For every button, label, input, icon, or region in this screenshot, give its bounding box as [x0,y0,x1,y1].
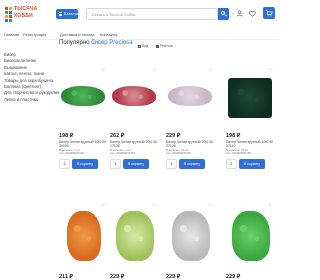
catalog-button[interactable]: Каталог [56,9,79,19]
add-to-cart-label: В корзину [128,162,144,166]
sort-label: Рейтинг [160,44,173,48]
product-image[interactable]: ♡ [166,203,214,261]
sort-toggle[interactable]: Рейтинг [156,44,173,48]
search-input[interactable]: Искать в Тысяча Хобби [86,8,218,20]
favorite-heart-icon[interactable]: ♡ [268,69,273,74]
quantity-input[interactable]: 1 [110,159,121,169]
add-to-cart-button[interactable]: В корзину [239,159,265,169]
product-name[interactable]: Бисер Чехия круглый 10/0 50 39000 [59,140,107,148]
nav-item-contacts[interactable]: Контакты [100,32,117,37]
product-price: 229 ₽ [166,133,181,139]
logo[interactable]: ТЫСЯЧА ХОББИ [5,4,43,26]
beads-pile [67,211,101,261]
product-image[interactable]: ♡ [59,68,107,126]
product-image[interactable]: ♡ [226,203,274,261]
search-icon-handle [224,14,227,17]
product-price: 229 ₽ [226,274,241,280]
product-image[interactable]: ♡ [226,68,274,126]
grid-view-icon [138,44,141,48]
product-meta: В наличии: 4 шт Арт: 001000000251 [110,148,135,156]
page-title-accent: бисер Preciosa [91,40,133,46]
product-price: 229 ₽ [166,274,181,280]
beads-pile [61,86,105,106]
sidebar-item-modeling[interactable]: Лепка и пластика [4,97,54,103]
catalog-label: Каталог [64,11,79,16]
favorite-heart-icon[interactable]: ♡ [208,69,213,74]
category-sidebar: Бисер Бисероплетение Вышивание Шитье, ле… [4,52,59,103]
product-image[interactable]: ♡ [110,203,158,261]
header: ТЫСЯЧА ХОББИ Каталог Искать в Тысяча Хоб… [0,0,280,30]
logo-text: ТЫСЯЧА ХОББИ [14,6,37,20]
cart-icon [265,10,273,17]
view-toggle[interactable]: Вид [138,44,148,48]
heart-icon[interactable] [249,10,256,17]
product-image[interactable]: ♡ [166,68,214,126]
favorite-heart-icon[interactable]: ♡ [101,69,106,74]
product-image[interactable]: ♡ [110,68,158,126]
product-price: 229 ₽ [110,274,125,280]
page-title-prefix: Популярно [59,40,92,46]
add-to-cart-button[interactable]: В корзину [179,159,205,169]
beads-pile [232,211,270,261]
nav-item-delivery[interactable]: Доставка и оплата [60,32,95,37]
product-price: 262 ₽ [110,133,125,139]
logo-line-2: ХОББИ [14,13,33,19]
user-icon[interactable] [236,10,243,17]
sidebar-item-crafts[interactable]: Для творчества и рукоделия [4,90,59,96]
product-price: 211 ₽ [59,274,73,280]
sort-icon [156,44,159,48]
top-nav: Главная Регистрация Доставка и оплата Ко… [0,30,280,40]
cart-button[interactable] [263,7,275,19]
quantity-input[interactable]: 1 [226,159,237,169]
add-to-cart-button[interactable]: В корзину [72,159,98,169]
page-title: Популярно бисер Preciosa [59,40,133,46]
favorite-heart-icon[interactable]: ♡ [152,204,157,209]
product-meta: В наличии: 10 шт Арт: 001000000158 [226,148,251,156]
menu-icon [59,12,62,16]
favorite-heart-icon[interactable]: ♡ [208,204,213,209]
add-to-cart-label: В корзину [184,162,200,166]
beads-pile [172,211,210,261]
product-price: 198 ₽ [226,133,241,139]
quantity-input[interactable]: 1 [166,159,177,169]
logo-mark-icon [5,7,12,23]
beads-pile [168,86,212,106]
product-image[interactable]: ♡ [59,203,107,261]
product-name[interactable]: Бисер Чехия круглый 10/0 50 57110 [226,140,274,148]
nav-item-registration[interactable]: Регистрация [23,32,46,37]
product-meta: В наличии: 10 шт Арт: 001000000315 [166,148,191,156]
nav-item-home[interactable]: Главная [4,32,19,37]
beads-pile [112,86,156,106]
search-placeholder: Искать в Тысяча Хобби [92,12,136,17]
favorite-heart-icon[interactable]: ♡ [101,204,106,209]
add-to-cart-label: В корзину [77,162,93,166]
product-price: 198 ₽ [59,133,74,139]
add-to-cart-button[interactable]: В корзину [123,159,149,169]
product-meta: В наличии: 5 шт Арт: 001000000149 [59,148,84,156]
favorite-heart-icon[interactable]: ♡ [268,204,273,209]
favorite-heart-icon[interactable]: ♡ [152,69,157,74]
product-name[interactable]: Бисер Чехия круглый 10/0 50 37128 [166,140,214,148]
add-to-cart-label: В корзину [244,162,260,166]
beads-pile [228,78,272,118]
search-button[interactable] [218,8,229,20]
product-name[interactable]: Бисер Чехия круглый 10/0 50 17198 [110,140,158,148]
view-label: Вид [142,44,149,48]
quantity-input[interactable]: 1 [59,159,70,169]
logo-line-1: ТЫСЯЧА [14,6,38,12]
beads-pile [116,211,154,261]
